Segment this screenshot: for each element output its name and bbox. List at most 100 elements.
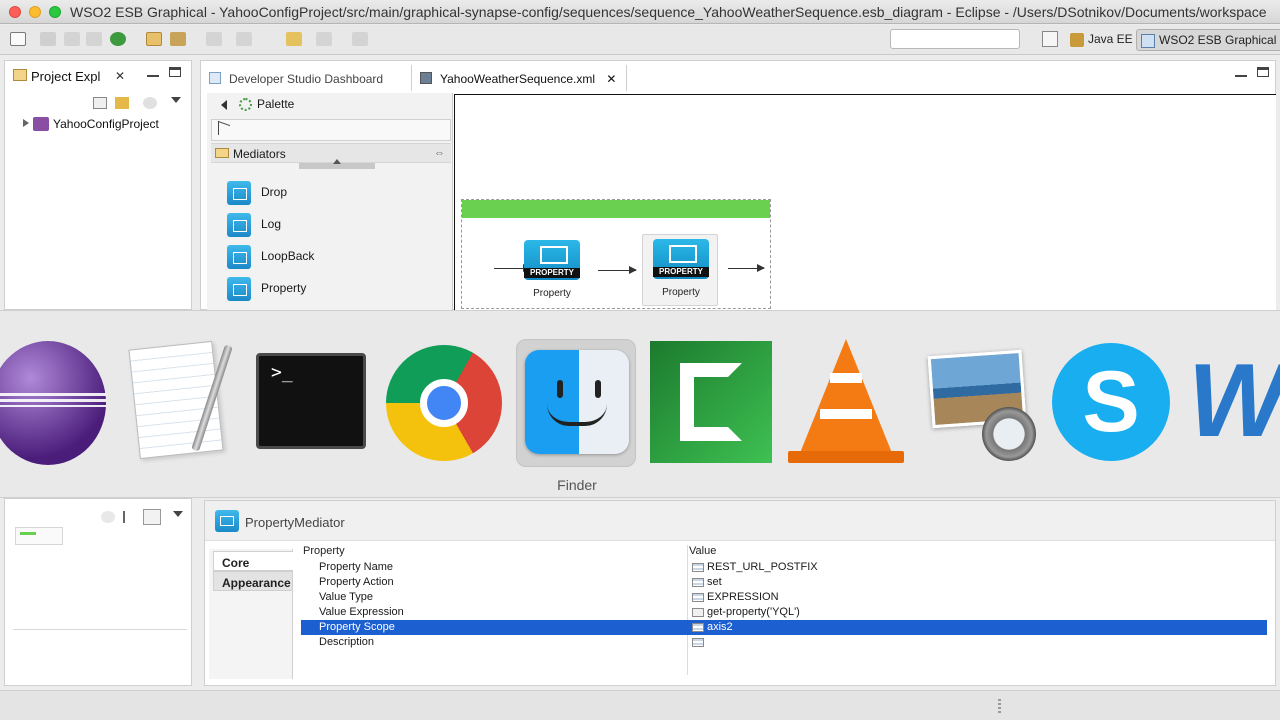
select-tool[interactable] bbox=[211, 119, 451, 141]
tab-core[interactable]: Core bbox=[213, 551, 293, 571]
quick-access-input[interactable] bbox=[890, 29, 1020, 49]
finder-icon[interactable] bbox=[516, 339, 636, 467]
row-value-text: REST_URL_POSTFIX bbox=[707, 561, 818, 573]
preview-icon[interactable] bbox=[918, 339, 1038, 467]
diagram-canvas[interactable]: PROPERTY Property PROPERTY Property bbox=[454, 94, 1276, 311]
collapse-all-icon[interactable] bbox=[93, 97, 107, 109]
table-row[interactable]: Property Name REST_URL_POSTFIX bbox=[301, 560, 1267, 575]
tree-item-project[interactable]: YahooConfigProject bbox=[23, 117, 159, 131]
divider bbox=[13, 629, 187, 630]
table-row[interactable]: Value Expression get-property('YQL') bbox=[301, 605, 1267, 620]
open-folder-icon[interactable] bbox=[146, 32, 162, 46]
open-perspective-icon[interactable] bbox=[1042, 31, 1058, 47]
outline-panel bbox=[4, 498, 192, 686]
property-node[interactable]: PROPERTY Property bbox=[514, 236, 590, 308]
link-with-editor-icon[interactable] bbox=[115, 97, 129, 109]
dashboard-icon bbox=[209, 72, 221, 84]
perspective-wso2-esb[interactable]: WSO2 ESB Graphical bbox=[1136, 29, 1280, 51]
status-grip-icon[interactable] bbox=[998, 699, 1001, 713]
node-badge: PROPERTY bbox=[653, 267, 709, 277]
chrome-icon[interactable] bbox=[384, 339, 504, 467]
palette-icon bbox=[239, 98, 252, 111]
pin-icon[interactable] bbox=[352, 32, 368, 46]
palette-item-log[interactable]: Log bbox=[227, 213, 281, 237]
wso2-perspective-icon bbox=[1141, 34, 1155, 48]
forward-icon[interactable] bbox=[316, 32, 332, 46]
maximize-icon[interactable] bbox=[169, 67, 181, 77]
previous-annotation-icon[interactable] bbox=[236, 32, 252, 46]
view-menu-chevron-down-icon[interactable] bbox=[173, 511, 183, 517]
properties-title: PropertyMediator bbox=[245, 515, 345, 530]
word-icon[interactable]: W bbox=[1184, 339, 1280, 467]
esb-project-icon bbox=[33, 117, 49, 131]
focus-icon[interactable] bbox=[143, 97, 157, 109]
close-icon[interactable]: ✕ bbox=[606, 72, 616, 86]
save-all-icon[interactable] bbox=[64, 32, 80, 46]
new-file-icon[interactable] bbox=[10, 32, 26, 46]
palette-item-property[interactable]: Property bbox=[227, 277, 306, 301]
wand-icon[interactable] bbox=[170, 32, 186, 46]
property-mediator-icon: PROPERTY bbox=[653, 239, 709, 279]
column-header-property: Property bbox=[303, 545, 345, 557]
palette-scroll-up[interactable] bbox=[299, 159, 375, 169]
palette-header: Palette bbox=[207, 93, 453, 115]
camtasia-icon[interactable] bbox=[650, 339, 772, 467]
eclipse-icon[interactable] bbox=[0, 339, 110, 467]
mediators-drawer[interactable]: Mediators ⇔ bbox=[211, 143, 451, 163]
minimize-window-button[interactable] bbox=[29, 6, 41, 18]
palette-item-label: Property bbox=[261, 281, 307, 295]
tab-developer-studio-dashboard[interactable]: Developer Studio Dashboard bbox=[201, 65, 393, 91]
row-value[interactable]: REST_URL_POSTFIX bbox=[689, 561, 818, 573]
list-icon bbox=[692, 578, 704, 587]
tree-item-label: YahooConfigProject bbox=[53, 117, 159, 131]
table-row[interactable]: Value Type EXPRESSION bbox=[301, 590, 1267, 605]
next-annotation-icon[interactable] bbox=[206, 32, 222, 46]
table-row[interactable]: Property Action set bbox=[301, 575, 1267, 590]
vlc-icon[interactable] bbox=[786, 339, 906, 467]
tab-appearance[interactable]: Appearance bbox=[213, 571, 293, 591]
skype-icon[interactable]: S bbox=[1050, 339, 1170, 467]
main-toolbar: Java EE WSO2 ESB Graphical bbox=[0, 25, 1280, 81]
tab-label: Developer Studio Dashboard bbox=[229, 72, 384, 86]
save-icon[interactable] bbox=[40, 32, 56, 46]
print-icon[interactable] bbox=[86, 32, 102, 46]
sequence-container[interactable]: PROPERTY Property PROPERTY Property bbox=[461, 199, 771, 309]
row-value[interactable]: get-property('YQL') bbox=[689, 606, 800, 618]
list-icon bbox=[692, 593, 704, 602]
outline-thumbnail[interactable] bbox=[15, 527, 63, 545]
perspective-label: WSO2 ESB Graphical bbox=[1159, 33, 1277, 47]
tab-yahoo-weather-sequence[interactable]: YahooWeatherSequence.xml ✕ bbox=[411, 65, 628, 91]
palette-item-drop[interactable]: Drop bbox=[227, 181, 287, 205]
back-icon[interactable] bbox=[286, 32, 302, 46]
row-name: Value Expression bbox=[319, 606, 404, 618]
view-menu-chevron-down-icon[interactable] bbox=[171, 97, 181, 103]
tree-icon[interactable] bbox=[123, 511, 137, 523]
property-node-selected[interactable]: PROPERTY Property bbox=[642, 234, 718, 306]
sequence-header-bar bbox=[462, 200, 770, 218]
outline-mode-icon[interactable] bbox=[143, 509, 161, 525]
terminal-icon[interactable] bbox=[254, 339, 374, 467]
flow-arrow-icon bbox=[728, 264, 765, 272]
maximize-icon[interactable] bbox=[1257, 67, 1269, 77]
row-value[interactable]: EXPRESSION bbox=[689, 591, 779, 603]
selected-app-label: Finder bbox=[557, 477, 597, 493]
pin-drawer-icon[interactable]: ⇔ bbox=[434, 147, 445, 159]
collapse-palette-icon[interactable] bbox=[221, 100, 227, 110]
perspective-java-ee[interactable]: Java EE bbox=[1066, 29, 1139, 51]
row-value[interactable]: set bbox=[689, 576, 722, 588]
expand-arrow-icon[interactable] bbox=[23, 119, 29, 127]
minimize-icon[interactable] bbox=[147, 67, 159, 77]
tab-project-explorer[interactable]: Project Expl bbox=[5, 61, 109, 89]
java-ee-icon bbox=[1070, 33, 1084, 47]
row-value[interactable]: axis2 bbox=[689, 621, 733, 633]
table-row[interactable]: Description bbox=[301, 635, 1267, 650]
textedit-icon[interactable] bbox=[124, 339, 244, 467]
table-row-selected[interactable]: Property Scope axis2 bbox=[301, 620, 1267, 635]
focus-icon[interactable] bbox=[101, 511, 115, 523]
palette-item-loopback[interactable]: LoopBack bbox=[227, 245, 314, 269]
minimize-icon[interactable] bbox=[1235, 67, 1247, 77]
close-window-button[interactable] bbox=[9, 6, 21, 18]
maximize-window-button[interactable] bbox=[49, 6, 61, 18]
close-icon[interactable]: ✕ bbox=[115, 69, 125, 83]
run-icon[interactable] bbox=[110, 32, 126, 46]
